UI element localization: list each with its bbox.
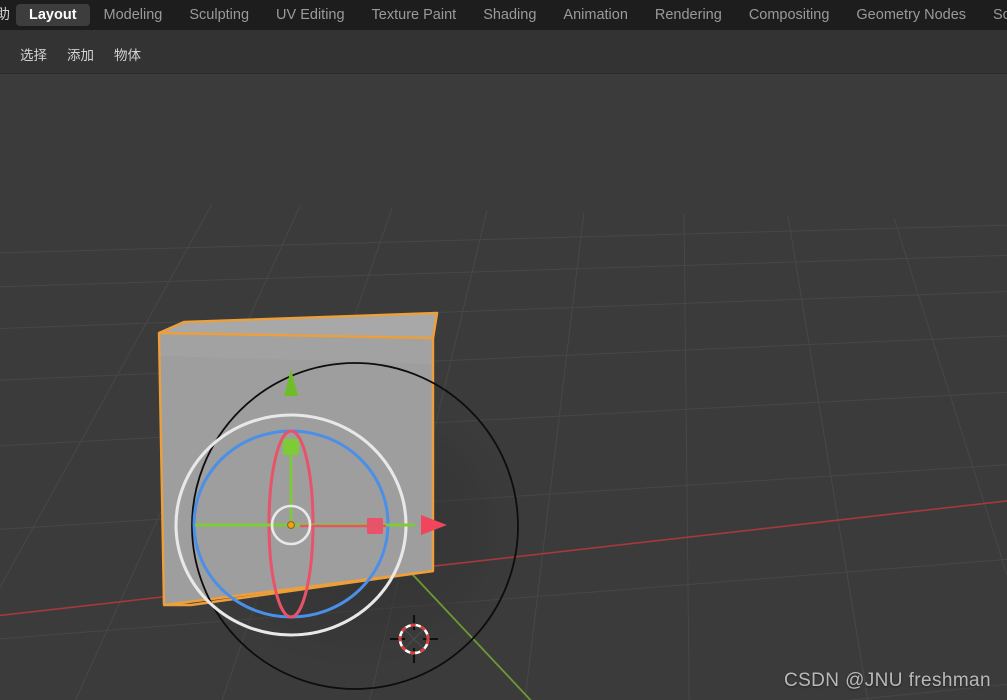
menu-object[interactable]: 物体 [104, 42, 151, 66]
3d-viewport[interactable]: CSDN @JNU freshman [0, 74, 1007, 700]
tab-animation[interactable]: Animation [550, 4, 640, 26]
tab-layout[interactable]: Layout [16, 4, 90, 26]
tab-compositing[interactable]: Compositing [736, 4, 843, 26]
blender-window: 助 Layout Modeling Sculpting UV Editing T… [0, 0, 1007, 700]
gizmo-center-dot [287, 521, 295, 529]
tab-modeling[interactable]: Modeling [91, 4, 176, 26]
gizmo-z-handle [283, 439, 299, 455]
header-menus: 选择 添加 物体 [10, 42, 151, 66]
tab-texture-paint[interactable]: Texture Paint [359, 4, 470, 26]
watermark-text: CSDN @JNU freshman [783, 670, 991, 691]
help-menu-partial-label[interactable]: 助 [0, 8, 16, 22]
tab-sculpting[interactable]: Sculpting [176, 4, 262, 26]
tab-geometry-nodes[interactable]: Geometry Nodes [843, 4, 979, 26]
tab-shading[interactable]: Shading [470, 4, 549, 26]
viewport-header: 选择 添加 物体 视图 [0, 30, 1007, 99]
tab-uv-editing[interactable]: UV Editing [263, 4, 358, 26]
tab-scripting[interactable]: Scrip [980, 4, 1007, 26]
gizmo-x-handle [367, 518, 383, 534]
workspace-tabs: Layout Modeling Sculpting UV Editing Tex… [16, 0, 1007, 30]
viewport-scene [0, 203, 1007, 700]
menu-add[interactable]: 添加 [57, 42, 104, 66]
tab-rendering[interactable]: Rendering [642, 4, 735, 26]
menu-select[interactable]: 选择 [10, 42, 57, 66]
topbar: 助 Layout Modeling Sculpting UV Editing T… [0, 0, 1007, 30]
